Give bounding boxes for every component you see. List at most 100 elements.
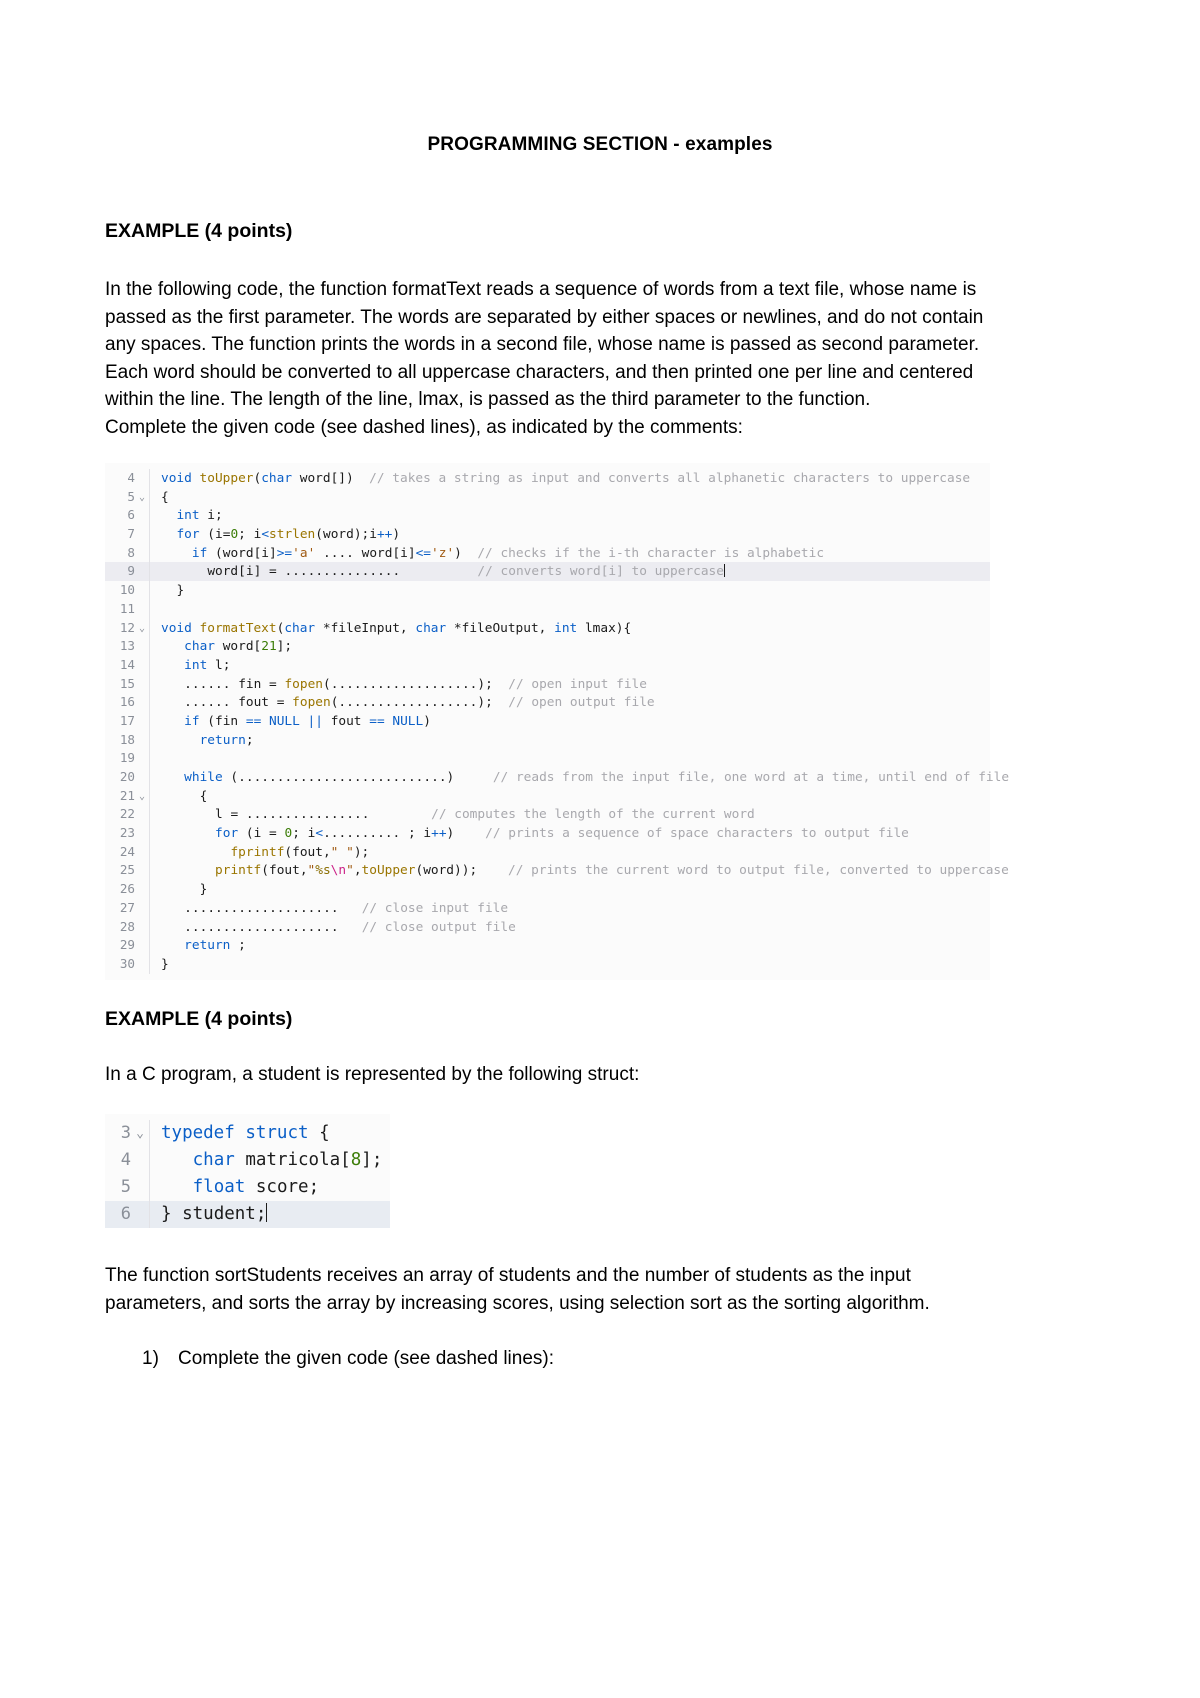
chevron-down-icon[interactable]: ⌄ [131, 1120, 149, 1147]
section-paragraph-2: In a C program, a student is represented… [105, 1063, 640, 1085]
code-line-text: if (fin == NULL || fout == NULL) [184, 713, 431, 729]
gutter-divider [149, 880, 161, 899]
code-line-text: word[i] = ............... // converts wo… [207, 564, 725, 580]
gutter-divider [149, 749, 161, 768]
code-line[interactable]: 19 [105, 749, 990, 768]
code-line[interactable]: 27 .................... // close input f… [105, 898, 990, 918]
list-item-number: 1) [142, 1348, 159, 1370]
code-block-student-struct[interactable]: 3 ⌄ typedef struct { 4 char matricola[8]; 5 … [105, 1114, 390, 1229]
code-line[interactable]: 28 .................... // close output … [105, 917, 990, 937]
code-line[interactable]: 29 return ; [105, 936, 990, 955]
code-line-number: 24 [119, 843, 135, 859]
code-line[interactable]: 9 word[i] = ............... // converts … [105, 562, 990, 582]
code-block-format-text[interactable]: 4 void toUpper(char word[]) // takes a st… [105, 463, 1009, 980]
code-line-number: 29 [119, 937, 135, 953]
gutter-divider [149, 768, 161, 787]
code-line[interactable]: 12 ⌄ void formatText(char *fileInput, char… [105, 618, 990, 639]
gutter-divider [149, 525, 161, 544]
gutter-divider [149, 674, 161, 694]
code-line-number: 7 [127, 526, 135, 542]
code-line-text: } student; [161, 1203, 268, 1225]
chevron-down-icon[interactable]: ⌄ [135, 788, 149, 807]
gutter-divider [149, 637, 161, 656]
code-line[interactable]: 4 void toUpper(char word[]) // takes a st… [105, 469, 990, 488]
gutter-divider [149, 1120, 161, 1148]
code-line-text: while (...........................) // r… [184, 770, 1010, 785]
code-line[interactable]: 15 ...... fin = fopen(..................… [105, 674, 990, 694]
code-line[interactable]: 24 fprintf(fout," "); [105, 842, 990, 862]
code-line-number: 14 [119, 656, 135, 672]
code-line[interactable]: 4 char matricola[8]; [105, 1147, 390, 1175]
code-line[interactable]: 18 return; [105, 730, 990, 750]
gutter-divider [149, 861, 161, 881]
code-line[interactable]: 6} student; [105, 1201, 390, 1229]
code-line-text: { [161, 489, 169, 505]
code-line-number: 10 [119, 582, 135, 598]
code-line-text: int l; [184, 657, 231, 673]
gutter-divider [149, 730, 161, 750]
code-line[interactable]: 5 float score; [105, 1174, 390, 1202]
code-line-number: 25 [119, 862, 135, 878]
code-line-text: typedef struct { [161, 1123, 330, 1144]
code-line[interactable]: 25 printf(fout,"%s\n",toUpper(word)); //… [105, 861, 1009, 881]
gutter-divider [149, 1147, 161, 1175]
gutter-divider [149, 562, 161, 582]
gutter-divider [149, 487, 161, 507]
code-line[interactable]: 22 l = ................ // computes the … [105, 805, 990, 825]
code-line[interactable]: 26 } [105, 880, 990, 899]
code-line-number: 4 [127, 470, 135, 485]
code-line-number: 15 [119, 675, 135, 691]
code-line-text: for (i=0; i<strlen(word);i++) [176, 527, 401, 543]
code-line[interactable]: 17 if (fin == NULL || fout == NULL) [105, 711, 990, 731]
code-line[interactable]: 23 for (i = 0; i<.......... ; i++) // pr… [105, 824, 990, 843]
chevron-down-icon[interactable]: ⌄ [135, 620, 149, 639]
gutter-divider [149, 711, 161, 731]
gutter-divider [149, 824, 161, 843]
code-line-text: } [161, 956, 169, 972]
code-line-text: .................... // close input file [184, 900, 509, 916]
section-paragraph-1: In the following code, the function form… [105, 279, 984, 410]
code-line-number: 4 [120, 1150, 131, 1171]
code-line-text: ...... fout = fopen(..................);… [184, 695, 655, 711]
code-line[interactable]: 16 ...... fout = fopen(.................… [105, 693, 990, 712]
code-line-text: float score; [192, 1177, 320, 1198]
code-line[interactable]: 13 char word[21]; [105, 637, 990, 656]
code-line[interactable]: 21 ⌄ { [105, 786, 990, 807]
code-line[interactable]: 20 while (...........................) /… [105, 768, 1009, 787]
code-line[interactable]: 5 ⌄ { [105, 487, 990, 508]
code-line[interactable]: 10 } [105, 581, 990, 600]
code-line-number: 3 [120, 1123, 131, 1144]
code-line[interactable]: 11 [105, 599, 990, 619]
code-line-text: void formatText(char *fileInput, char *f… [161, 620, 632, 636]
numbered-list: 1) Complete the given code (see dashed l… [0, 1345, 1200, 1373]
code-line-number: 19 [119, 750, 135, 766]
code-line-number: 17 [119, 712, 135, 728]
code-line-number: 18 [119, 731, 135, 747]
gutter-divider [149, 805, 161, 825]
code-line[interactable]: 6 int i; [105, 506, 990, 526]
gutter-divider [149, 917, 161, 937]
code-line-number: 16 [119, 694, 135, 710]
code-line-text: .................... // close output fil… [184, 919, 516, 935]
gutter-divider [149, 599, 161, 619]
code-line-text: l = ................ // computes the len… [215, 807, 755, 823]
code-line[interactable]: 3 ⌄ typedef struct { [105, 1120, 390, 1148]
gutter-divider [149, 655, 161, 675]
gutter-divider [149, 543, 161, 563]
code-line-number: 5 [127, 488, 135, 504]
gutter-divider [149, 469, 161, 488]
code-line[interactable]: 30} [105, 954, 990, 974]
code-line[interactable]: 8 if (word[i]>='a' .... word[i]<='z') //… [105, 543, 990, 563]
document-page: PROGRAMMING SECTION - examples EXAMPLE (… [0, 0, 1200, 1698]
code-line-text: printf(fout,"%s\n",toUpper(word)); // pr… [215, 863, 1009, 879]
section-heading-1: EXAMPLE (4 points) [105, 220, 293, 242]
gutter-divider [149, 842, 161, 862]
chevron-down-icon[interactable]: ⌄ [135, 489, 149, 508]
code-line[interactable]: 7 for (i=0; i<strlen(word);i++) [105, 525, 990, 544]
text-cursor [266, 1203, 268, 1223]
code-line-text: { [199, 788, 208, 804]
code-line-number: 20 [119, 769, 135, 784]
code-line[interactable]: 14 int l; [105, 655, 990, 675]
gutter-divider [149, 1201, 161, 1229]
gutter-divider [149, 786, 161, 806]
